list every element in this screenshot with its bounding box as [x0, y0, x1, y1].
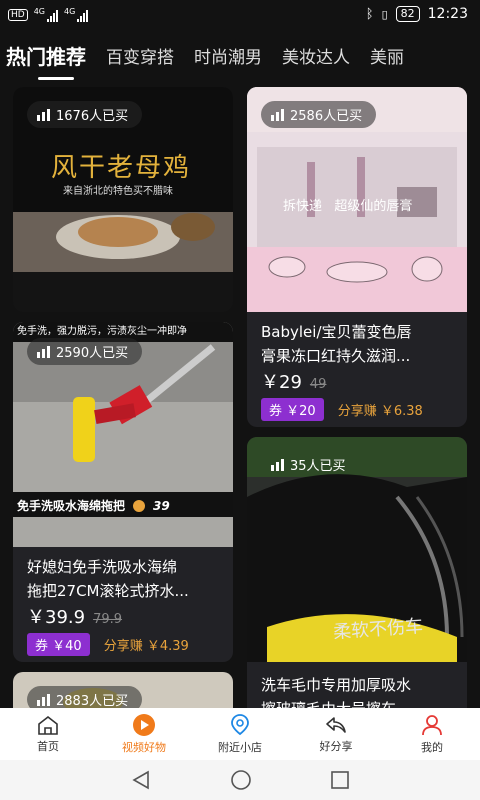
tab-beauty[interactable]: 美妆达人: [282, 43, 350, 68]
signal-icon: 4G: [34, 7, 58, 22]
share-earn-text: 分享赚 ￥6.38: [337, 404, 423, 419]
sold-count-badge: 35人已买: [261, 451, 360, 478]
bar-chart-icon: [271, 108, 284, 121]
bar-chart-icon: [37, 693, 50, 706]
product-card[interactable]: 35人已买 柔软不伤车 洗车毛巾专用加厚吸水 擦玻璃毛巾大号擦车...: [247, 437, 467, 727]
signal-icon-2: 4G: [64, 7, 89, 22]
original-price: 49: [309, 377, 327, 392]
sold-count-badge: 1676人已买: [27, 101, 143, 128]
nav-video-goods[interactable]: 视频好物: [96, 708, 192, 760]
location-icon: [231, 714, 249, 736]
image-caption: 免手洗吸水海绵拖把 39: [17, 498, 170, 514]
clock: 12:23: [427, 6, 468, 22]
category-tabs: 热门推荐 百变穿搭 时尚潮男 美妆达人 美丽: [0, 30, 480, 80]
tab-beauty-2[interactable]: 美丽: [370, 43, 404, 68]
back-icon[interactable]: [130, 770, 152, 790]
bar-chart-icon: [37, 345, 50, 358]
image-headline: 拆快递 超级仙的唇膏: [283, 199, 413, 214]
nav-nearby-shops[interactable]: 附近小店: [192, 708, 288, 760]
coin-icon: [133, 499, 146, 512]
status-bar: HD 4G 4G ᛒ ▯ 82 12:23: [0, 0, 480, 30]
user-icon: [422, 715, 442, 736]
original-price: 79.9: [93, 612, 123, 627]
product-card[interactable]: 1676人已买 风干老母鸡 来自浙北的特色买不腊味: [13, 87, 233, 312]
bottom-nav: 首页 视频好物 附近小店 好分享 我的: [0, 708, 480, 760]
tab-men-fashion[interactable]: 时尚潮男: [194, 43, 262, 68]
price-row: ￥29 49: [261, 368, 326, 394]
current-price: ￥39.9: [27, 607, 86, 628]
image-subline: 来自浙北的特色买不腊味: [63, 186, 173, 197]
product-title: 好媳妇免手洗吸水海绵 拖把27CM滚轮式挤水...: [27, 558, 189, 600]
bar-chart-icon: [271, 458, 284, 471]
sold-count-badge: 2586人已买: [261, 101, 377, 128]
bar-chart-icon: [37, 108, 50, 121]
vibrate-icon: ▯: [381, 7, 388, 21]
recent-apps-icon[interactable]: [330, 770, 350, 790]
product-title: Babylei/宝贝蕾变色唇 膏果冻口红持久滋润...: [261, 323, 412, 365]
video-play-icon: [133, 714, 155, 736]
home-icon: [38, 715, 58, 735]
system-nav-bar: [0, 760, 480, 800]
share-icon: [326, 717, 346, 733]
share-earn-text: 分享赚 ￥4.39: [103, 639, 189, 654]
product-card[interactable]: 2586人已买 拆快递 超级仙的唇膏 Babylei/宝贝蕾变色唇 膏果冻口红持…: [247, 87, 467, 427]
bluetooth-icon: ᛒ: [365, 6, 374, 22]
coupon-row: 券 ￥20 分享赚 ￥6.38: [261, 398, 423, 421]
coupon-badge[interactable]: 券 ￥40: [27, 633, 90, 656]
product-card[interactable]: 免手洗，强力脱污，污渍灰尘一冲即净 2590人已买 免手洗吸水海绵拖把 39 好…: [13, 322, 233, 662]
coupon-row: 券 ￥40 分享赚 ￥4.39: [27, 633, 189, 656]
current-price: ￥29: [261, 372, 302, 393]
nav-mine[interactable]: 我的: [384, 708, 480, 760]
home-circle-icon[interactable]: [230, 769, 252, 791]
battery-indicator: 82: [395, 6, 420, 22]
tab-hot[interactable]: 热门推荐: [6, 41, 86, 80]
nav-share[interactable]: 好分享: [288, 708, 384, 760]
image-top-banner: 免手洗，强力脱污，污渍灰尘一冲即净: [17, 326, 187, 337]
image-headline: 风干老母鸡: [51, 153, 192, 183]
nav-home[interactable]: 首页: [0, 708, 96, 760]
price-row: ￥39.9 79.9: [27, 603, 122, 629]
tab-outfits[interactable]: 百变穿搭: [106, 43, 174, 68]
sold-count-badge: 2590人已买: [27, 338, 143, 365]
hd-indicator: HD: [8, 8, 28, 21]
coupon-badge[interactable]: 券 ￥20: [261, 398, 324, 421]
